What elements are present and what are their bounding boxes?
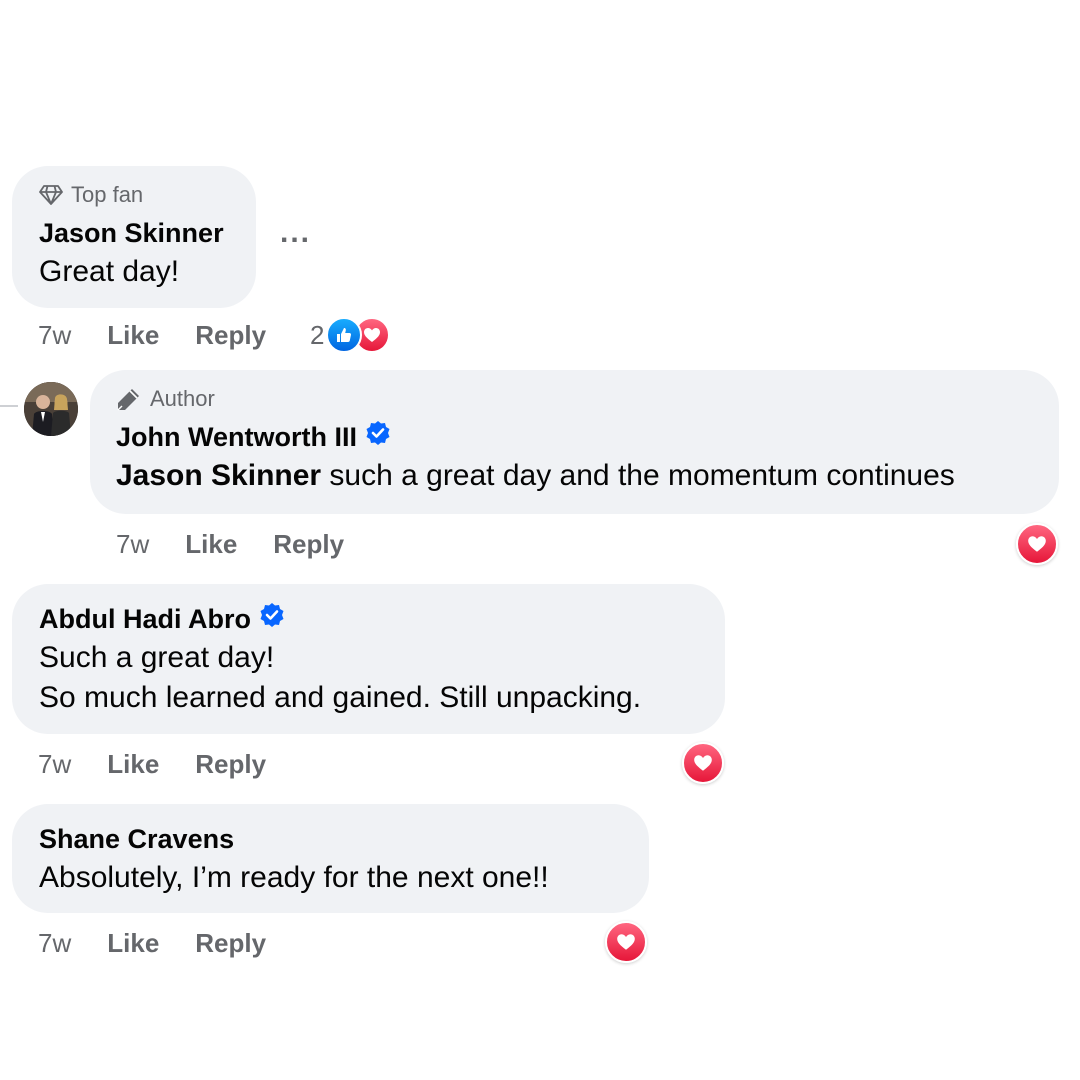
comment-actions: 7w Like Reply [38, 928, 266, 959]
heart-reaction-icon[interactable] [605, 921, 647, 963]
mention-link[interactable]: Jason Skinner [116, 459, 321, 492]
avatar[interactable] [24, 382, 78, 436]
reaction-summary[interactable]: 2 [310, 317, 391, 353]
author-badge: Author [116, 386, 1059, 412]
like-button[interactable]: Like [107, 928, 159, 959]
reply-button[interactable]: Reply [195, 928, 266, 959]
reaction-count: 2 [310, 319, 325, 350]
comment-timestamp[interactable]: 7w [116, 529, 149, 560]
comment-actions: 7w Like Reply [116, 529, 344, 560]
comment-text: Great day! [39, 255, 180, 288]
comment-text: Absolutely, I’m ready for the next one!! [39, 861, 549, 894]
like-button[interactable]: Like [107, 320, 159, 351]
reply-thread-line [0, 405, 18, 407]
comment-author[interactable]: John Wentworth III [116, 418, 357, 456]
verified-badge-icon [365, 418, 391, 456]
badge-label: Top fan [71, 182, 144, 207]
comment-timestamp[interactable]: 7w [38, 749, 71, 780]
reply-button[interactable]: Reply [195, 320, 266, 351]
badge-label: Author [150, 386, 215, 411]
comment-bubble-abdul-hadi-abro: Abdul Hadi Abro Such a great day! So muc… [12, 584, 725, 734]
comment-text-line-1: Such a great day! [39, 641, 275, 674]
comment-actions: 7w Like Reply [38, 749, 266, 780]
comment-author[interactable]: Shane Cravens [39, 820, 234, 858]
pen-icon [116, 387, 142, 411]
diamond-icon [39, 184, 63, 206]
comment-timestamp[interactable]: 7w [38, 928, 71, 959]
reply-button[interactable]: Reply [273, 529, 344, 560]
comment-bubble-shane-cravens: Shane Cravens Absolutely, I’m ready for … [12, 804, 649, 913]
like-button[interactable]: Like [107, 749, 159, 780]
like-button[interactable]: Like [185, 529, 237, 560]
comment-text-line-2: So much learned and gained. Still unpack… [39, 681, 642, 714]
comment-actions: 7w Like Reply [38, 320, 266, 351]
comment-author[interactable]: Abdul Hadi Abro [39, 600, 251, 638]
comment-text: Jason Skinner such a great day and the m… [116, 456, 1059, 496]
top-fan-badge: Top fan [39, 182, 256, 208]
comment-text-body: such a great day and the momentum contin… [321, 459, 955, 492]
comment-bubble-john-wentworth: Author John Wentworth III Jason Skinner … [90, 370, 1059, 514]
reply-button[interactable]: Reply [195, 749, 266, 780]
heart-reaction-icon[interactable] [1016, 523, 1058, 565]
comment-bubble-jason-skinner: Top fan Jason Skinner Great day! [12, 166, 256, 308]
comment-timestamp[interactable]: 7w [38, 320, 71, 351]
verified-badge-icon [259, 600, 285, 638]
comment-author[interactable]: Jason Skinner [39, 214, 224, 252]
thumbs-up-icon [326, 317, 363, 353]
heart-reaction-icon[interactable] [682, 742, 724, 784]
more-options-button[interactable]: ... [280, 216, 311, 250]
